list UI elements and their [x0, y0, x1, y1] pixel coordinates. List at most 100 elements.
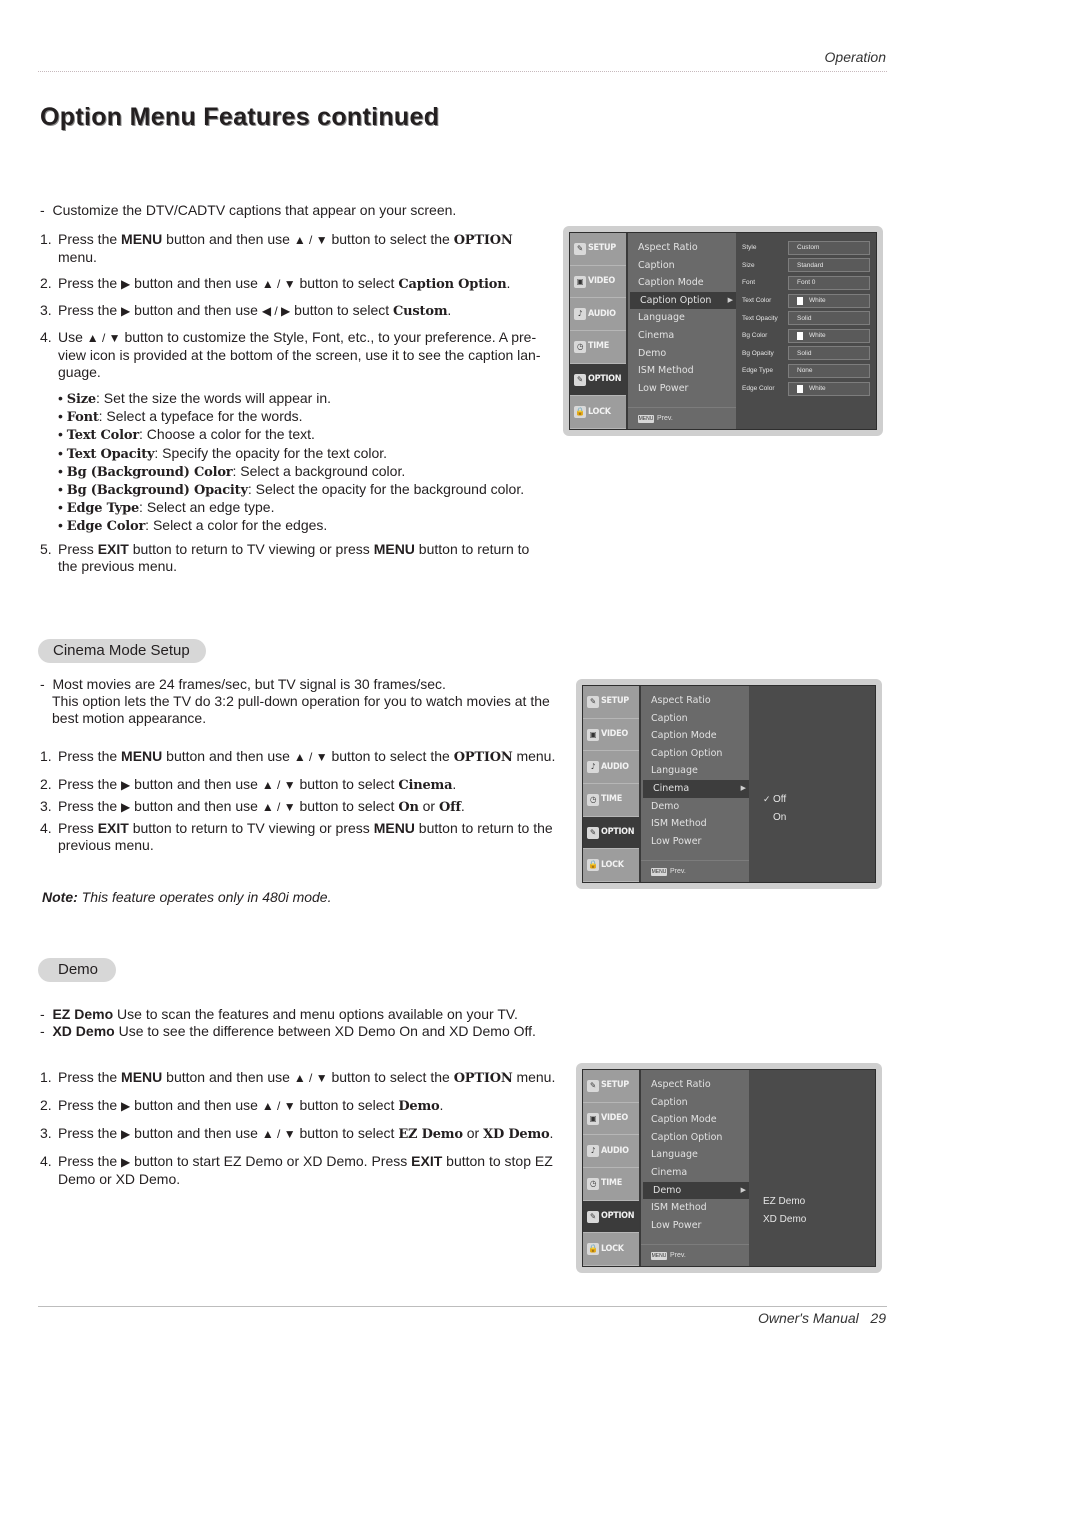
osd-category-video[interactable]: ▣ VIDEO — [570, 266, 626, 299]
osd-category-audio[interactable]: ♪ AUDIO — [583, 1135, 639, 1169]
bullet-item: • Edge Color: Select a color for the edg… — [58, 517, 328, 535]
osd-category-lock[interactable]: 🔒 LOCK — [583, 849, 639, 883]
osd-menu-item[interactable]: Low Power — [641, 833, 749, 851]
cinema-intro: - Most movies are 24 frames/sec, but TV … — [40, 676, 550, 726]
osd-category-setup[interactable]: ✎ SETUP — [583, 686, 639, 719]
option-value[interactable]: White — [788, 293, 870, 308]
osd-category-list: ✎ SETUP ▣ VIDEO ♪ AUDIO ◷ TIME ✎ OPTION 🔒 LOCK — [583, 686, 639, 883]
osd-menu-item[interactable]: Caption — [628, 257, 736, 275]
option-value[interactable]: White — [788, 381, 870, 396]
osd-caption-option-row[interactable]: Text Opacity Solid — [736, 309, 876, 327]
arrow-button-icon: ▲ / ▼ — [86, 331, 121, 345]
osd-demo-option[interactable]: XD Demo — [763, 1211, 875, 1229]
option-value[interactable]: White — [788, 328, 870, 343]
osd-menu-item[interactable]: Aspect Ratio — [641, 1076, 749, 1094]
option-value[interactable]: Custom — [788, 240, 870, 255]
osd-caption-option-row[interactable]: Style Custom — [736, 239, 876, 257]
lock-icon: 🔒 — [587, 859, 599, 872]
osd-caption-option-row[interactable]: Edge Type None — [736, 362, 876, 380]
osd-category-setup[interactable]: ✎ SETUP — [583, 1070, 639, 1103]
osd-menu-item[interactable]: Caption — [641, 710, 749, 728]
osd-menu-item[interactable]: Language — [641, 1146, 749, 1164]
osd-caption-option-row[interactable]: Edge Color White — [736, 380, 876, 398]
menu-term: Caption Option — [398, 277, 507, 292]
caption-option-bullets: • Size: Set the size the words will appe… — [40, 390, 545, 536]
osd-category-audio[interactable]: ♪ AUDIO — [570, 298, 626, 332]
step-text: Press the ▶ button and then use ▲ / ▼ bu… — [58, 776, 560, 794]
osd-menu-item[interactable]: Cinema — [628, 327, 736, 345]
option-label: Font — [742, 279, 756, 287]
osd-menu-item[interactable]: Caption Option — [641, 1129, 749, 1147]
osd-caption-option-row[interactable]: Font Font 0 — [736, 274, 876, 292]
text: Press the — [58, 1097, 122, 1113]
osd-category-audio[interactable]: ♪ AUDIO — [583, 751, 639, 785]
osd-menu-item[interactable]: Language — [641, 762, 749, 780]
osd-category-list: ✎ SETUP ▣ VIDEO ♪ AUDIO ◷ TIME ✎ OPTION 🔒 LOCK — [570, 233, 626, 430]
osd-cinema-option[interactable]: ✓ Off — [763, 791, 875, 809]
option-label: Edge Type — [742, 367, 773, 375]
osd-menu-item[interactable]: Demo — [628, 345, 736, 363]
osd-category-lock[interactable]: 🔒 LOCK — [583, 1233, 639, 1267]
osd-category-video[interactable]: ▣ VIDEO — [583, 1103, 639, 1136]
option-value[interactable]: Solid — [788, 346, 870, 361]
osd-menu-item[interactable]: Demo ▶ — [643, 1181, 751, 1200]
bullet-desc: : Select a background color. — [232, 462, 406, 479]
option-value[interactable]: Font 0 — [788, 275, 870, 290]
osd-menu-item[interactable]: ISM Method — [641, 1199, 749, 1217]
text: button to customize the Style, Font, etc… — [58, 329, 541, 380]
osd-category-lock[interactable]: 🔒 LOCK — [570, 396, 626, 430]
step-text: Press the ▶ button to start EZ Demo or X… — [58, 1153, 580, 1188]
osd-category-time[interactable]: ◷ TIME — [583, 1168, 639, 1201]
text: Press the — [58, 1069, 122, 1085]
osd-menu: ✎ SETUP ▣ VIDEO ♪ AUDIO ◷ TIME ✎ OPTION 🔒 LOCK Aspe… — [569, 232, 877, 430]
osd-screenshot-caption-option: ✎ SETUP ▣ VIDEO ♪ AUDIO ◷ TIME ✎ OPTION 🔒 LOCK Aspe… — [563, 226, 883, 436]
osd-menu-item[interactable]: Caption Mode — [641, 1111, 749, 1129]
text: . — [460, 798, 465, 814]
osd-menu-item[interactable]: Language — [628, 309, 736, 327]
osd-cinema-option[interactable]: On — [763, 809, 875, 827]
bullet-item: • Edge Type: Select an edge type. — [58, 499, 275, 517]
option-value[interactable]: None — [788, 363, 870, 378]
osd-menu-item[interactable]: Caption Mode — [628, 274, 736, 292]
osd-menu-item[interactable]: Demo — [641, 798, 749, 816]
option-label: Edge Color — [742, 385, 775, 393]
osd-category-option[interactable]: ✎ OPTION — [583, 816, 639, 850]
instruction-step: 2. Press the ▶ button and then use ▲ / ▼ … — [40, 275, 545, 293]
osd-category-option[interactable]: ✎ OPTION — [570, 363, 626, 397]
osd-menu-item[interactable]: Cinema — [641, 1164, 749, 1182]
text: button and then use — [162, 231, 294, 247]
osd-caption-option-row[interactable]: Bg Color White — [736, 327, 876, 345]
osd-menu-item[interactable]: ISM Method — [641, 815, 749, 833]
osd-menu-item[interactable]: Low Power — [641, 1217, 749, 1235]
bullet-desc: : Specify the opacity for the text color… — [154, 444, 388, 461]
osd-menu-item[interactable]: Aspect Ratio — [628, 239, 736, 257]
setup-icon: ✎ — [587, 1079, 599, 1092]
osd-menu-item[interactable]: Low Power — [628, 380, 736, 398]
instruction-step: 2. Press the ▶ button and then use ▲ / ▼ … — [40, 1097, 580, 1115]
osd-menu-item[interactable]: Caption — [641, 1094, 749, 1112]
osd-demo-option[interactable]: EZ Demo — [763, 1193, 875, 1211]
osd-menu-item[interactable]: Caption Mode — [641, 727, 749, 745]
osd-caption-option-row[interactable]: Bg Opacity Solid — [736, 345, 876, 363]
osd-category-option[interactable]: ✎ OPTION — [583, 1200, 639, 1234]
option-value[interactable]: Standard — [788, 258, 870, 273]
arrow-button-icon: ▶ — [121, 277, 131, 291]
menu-term: Demo — [398, 1099, 440, 1114]
osd-category-time[interactable]: ◷ TIME — [583, 784, 639, 817]
osd-category-video[interactable]: ▣ VIDEO — [583, 719, 639, 752]
osd-menu-item[interactable]: Caption Option ▶ — [630, 291, 738, 310]
osd-category-time[interactable]: ◷ TIME — [570, 331, 626, 364]
button-name: MENU — [373, 820, 415, 836]
osd-menu-item[interactable]: ISM Method — [628, 362, 736, 380]
osd-menu-item[interactable]: Aspect Ratio — [641, 692, 749, 710]
demo-definition: - EZ Demo Use to scan the features and m… — [40, 1006, 518, 1022]
option-label: Text Opacity — [742, 314, 778, 322]
osd-menu-item[interactable]: Cinema ▶ — [643, 779, 751, 798]
osd-category-setup[interactable]: ✎ SETUP — [570, 233, 626, 266]
instruction-step: 5. Press EXIT button to return to TV view… — [40, 541, 545, 575]
osd-caption-option-row[interactable]: Size Standard — [736, 257, 876, 275]
osd-menu-item[interactable]: Caption Option — [641, 745, 749, 763]
text: Press the — [58, 798, 122, 814]
osd-caption-option-row[interactable]: Text Color White — [736, 292, 876, 310]
option-value[interactable]: Solid — [788, 311, 870, 326]
